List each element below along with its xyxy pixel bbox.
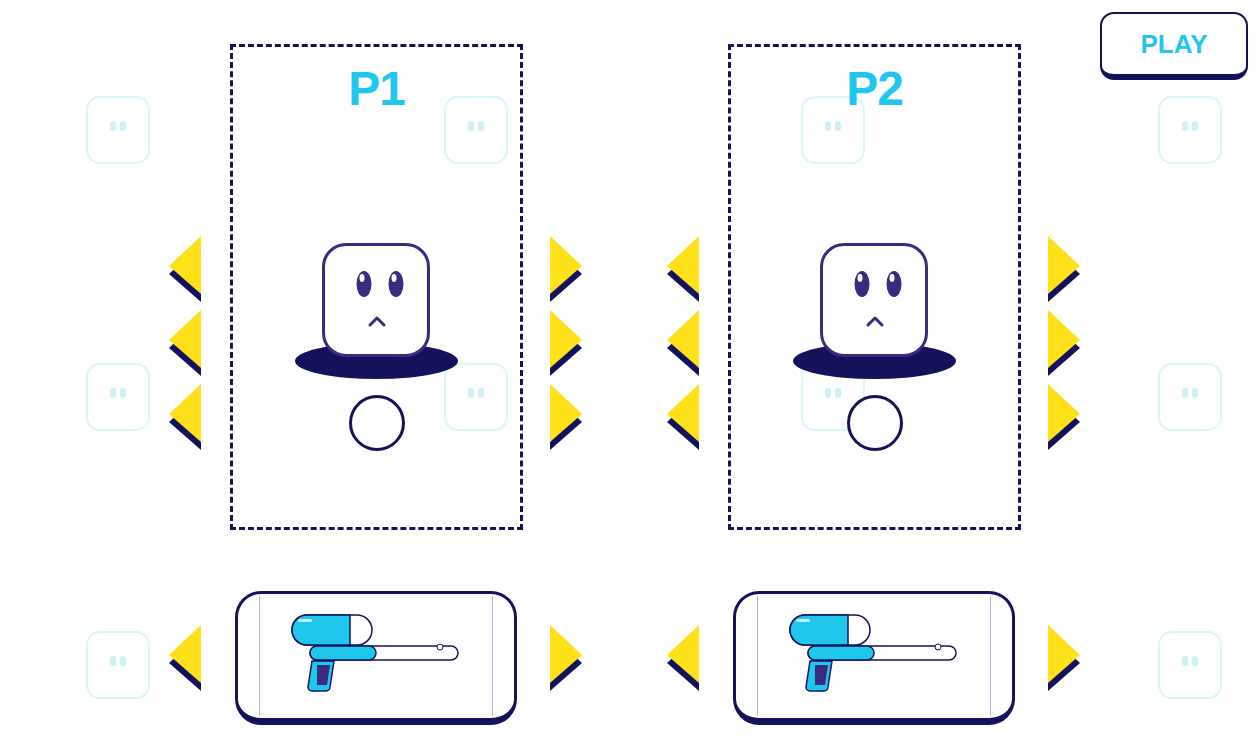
previous-left-arrow-icon[interactable]	[168, 384, 202, 450]
player-column: P2	[666, 0, 1081, 725]
previous-left-arrow-icon[interactable]	[168, 236, 202, 302]
next-right-arrow-icon[interactable]	[1047, 236, 1081, 302]
next-right-arrow-icon[interactable]	[549, 236, 583, 302]
player-label: P1	[348, 65, 404, 113]
ghost-tile	[86, 96, 150, 164]
weapon-right-arrow-icon[interactable]	[549, 625, 583, 691]
ghost-tile	[86, 363, 150, 431]
player-slot: P1	[230, 44, 523, 530]
character-indicator	[847, 395, 903, 451]
right-arrow-column	[549, 44, 583, 450]
blaster-icon	[788, 613, 960, 693]
play-button[interactable]: PLAY	[1100, 12, 1248, 80]
blaster-icon	[290, 613, 462, 693]
ghost-tile	[86, 631, 150, 699]
weapon-left-arrow-icon[interactable]	[168, 625, 202, 691]
left-arrow-column	[666, 44, 700, 450]
next-right-arrow-icon[interactable]	[549, 310, 583, 376]
next-right-arrow-icon[interactable]	[549, 384, 583, 450]
previous-left-arrow-icon[interactable]	[666, 310, 700, 376]
character-indicator	[349, 395, 405, 451]
weapon-left-arrow-icon[interactable]	[666, 625, 700, 691]
player-label: P2	[846, 65, 902, 113]
character-face	[322, 243, 430, 357]
weapon-right-arrow-icon[interactable]	[1047, 625, 1081, 691]
ghost-tile	[444, 96, 508, 164]
player-column: P1	[168, 0, 583, 725]
face-icon	[325, 246, 427, 354]
ghost-tile	[1158, 363, 1222, 431]
weapon-card[interactable]	[235, 591, 517, 725]
character-face	[820, 243, 928, 357]
previous-left-arrow-icon[interactable]	[666, 236, 700, 302]
previous-left-arrow-icon[interactable]	[168, 310, 202, 376]
ghost-tile	[444, 363, 508, 431]
ghost-tile	[1158, 631, 1222, 699]
character	[793, 243, 956, 379]
next-right-arrow-icon[interactable]	[1047, 384, 1081, 450]
face-icon	[823, 246, 925, 354]
character-select-screen: P1 P2 PLAY	[0, 0, 1260, 756]
right-arrow-column	[1047, 44, 1081, 450]
player-slot: P2	[728, 44, 1021, 530]
character	[295, 243, 458, 379]
ghost-tile	[1158, 96, 1222, 164]
next-right-arrow-icon[interactable]	[1047, 310, 1081, 376]
previous-left-arrow-icon[interactable]	[666, 384, 700, 450]
weapon-card[interactable]	[733, 591, 1015, 725]
left-arrow-column	[168, 44, 202, 450]
